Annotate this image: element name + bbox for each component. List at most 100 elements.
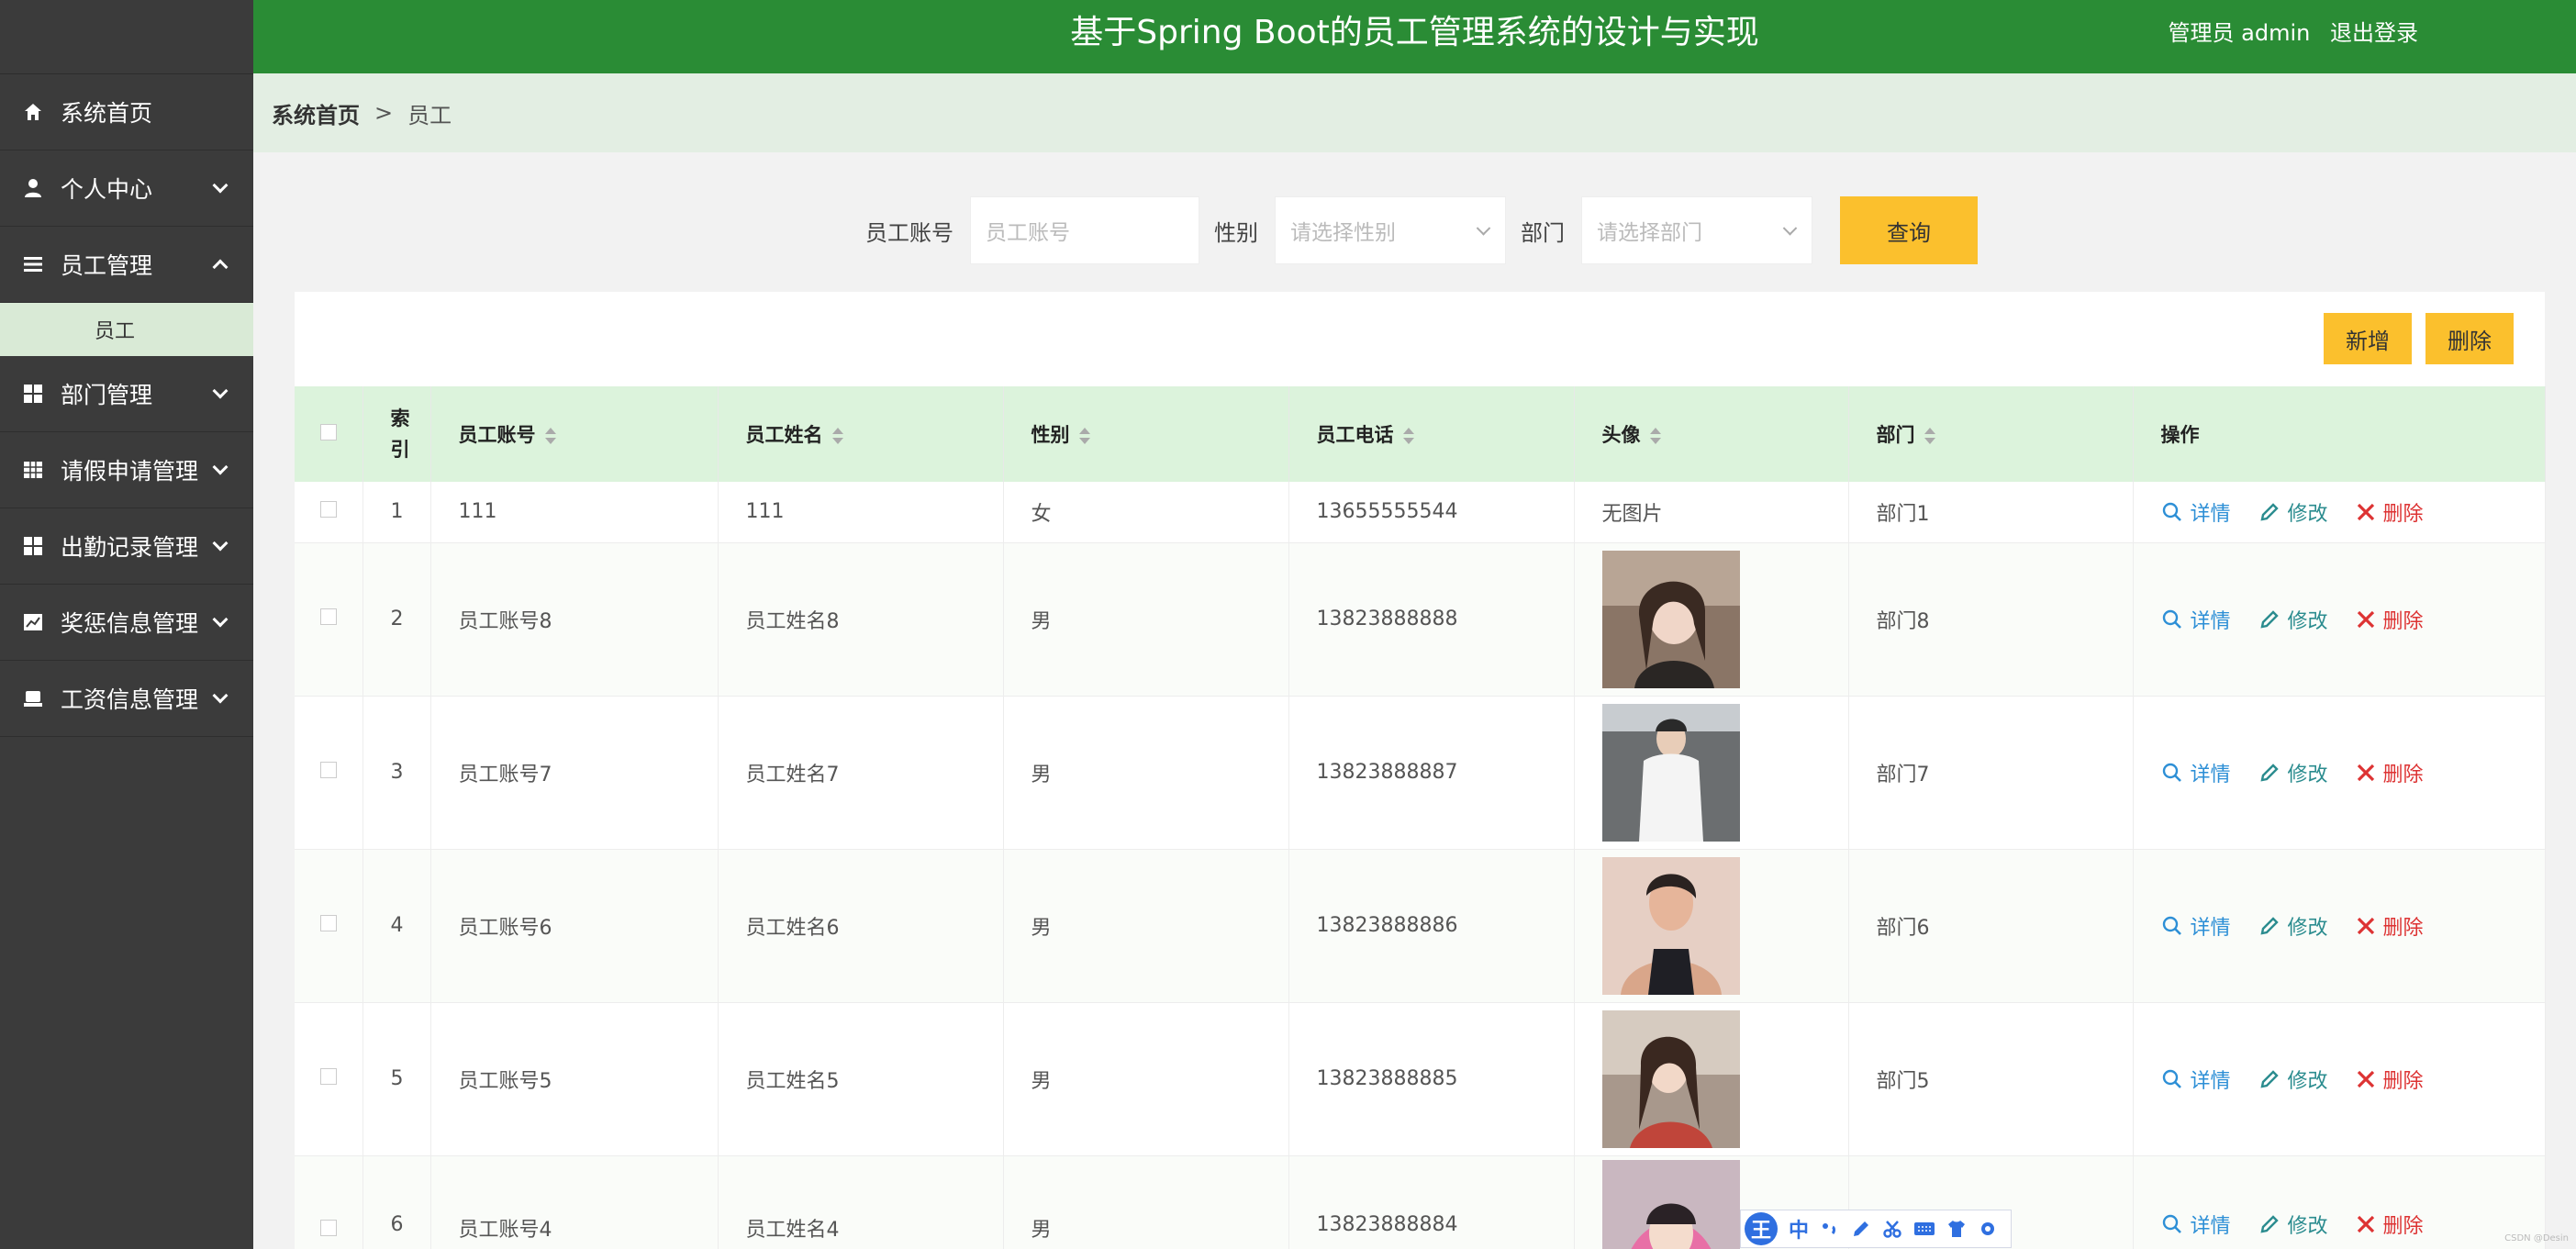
row-checkbox[interactable] bbox=[320, 608, 337, 625]
breadcrumb-home[interactable]: 系统首页 bbox=[272, 97, 360, 129]
delete-button[interactable]: 删除 bbox=[2356, 1065, 2424, 1094]
sidebar-item-department[interactable]: 部门管理 bbox=[0, 356, 253, 432]
sidebar-top bbox=[0, 0, 253, 74]
close-icon bbox=[2357, 610, 2374, 628]
gender-select[interactable]: 请选择性别 bbox=[1275, 196, 1506, 264]
sidebar-item-employee-mgmt[interactable]: 员工管理 bbox=[0, 227, 253, 303]
ime-logo[interactable]: 王 bbox=[1745, 1212, 1778, 1245]
chevron-down-icon bbox=[1476, 221, 1491, 236]
cell-name: 员工姓名8 bbox=[718, 542, 1004, 697]
row-checkbox[interactable] bbox=[320, 1219, 337, 1236]
delete-button[interactable]: 删除 bbox=[2356, 497, 2424, 527]
cell-gender: 男 bbox=[1003, 1002, 1289, 1156]
cell-phone: 13823888888 bbox=[1288, 542, 1575, 697]
sidebar-item-home[interactable]: 系统首页 bbox=[0, 74, 253, 151]
header-phone[interactable]: 员工电话 bbox=[1288, 386, 1575, 482]
batch-delete-button[interactable]: 删除 bbox=[2425, 313, 2514, 364]
edit-button[interactable]: 修改 bbox=[2258, 1065, 2328, 1094]
dept-select[interactable]: 请选择部门 bbox=[1581, 196, 1812, 264]
header-account[interactable]: 员工账号 bbox=[430, 386, 719, 482]
search-icon bbox=[2162, 502, 2181, 521]
table-row: 6 员工账号4 员工姓名4 男 13823888884 详情 修改 删除 bbox=[295, 1155, 2546, 1249]
home-icon bbox=[22, 101, 44, 123]
edit-button[interactable]: 修改 bbox=[2258, 911, 2328, 941]
edit-button[interactable]: 修改 bbox=[2258, 605, 2328, 634]
header-name[interactable]: 员工姓名 bbox=[718, 386, 1004, 482]
edit-button[interactable]: 修改 bbox=[2258, 497, 2328, 527]
app-header: 基于Spring Boot的员工管理系统的设计与实现 管理员 admin 退出登… bbox=[253, 0, 2576, 73]
row-checkbox[interactable] bbox=[320, 762, 337, 778]
delete-button[interactable]: 删除 bbox=[2356, 911, 2424, 941]
sort-icon[interactable] bbox=[1649, 428, 1661, 444]
header-gender[interactable]: 性别 bbox=[1003, 386, 1289, 482]
keyboard-icon[interactable] bbox=[1913, 1219, 1935, 1239]
sidebar-item-attendance[interactable]: 出勤记录管理 bbox=[0, 508, 253, 585]
avatar-image bbox=[1601, 856, 1740, 995]
header-dept[interactable]: 部门 bbox=[1848, 386, 2134, 482]
sidebar-item-leave[interactable]: 请假申请管理 bbox=[0, 432, 253, 508]
table-row: 4 员工账号6 员工姓名6 男 13823888886 部门6 详情 修改 删除 bbox=[295, 849, 2546, 1003]
pen-icon[interactable] bbox=[1851, 1219, 1871, 1239]
select-all-checkbox[interactable] bbox=[320, 424, 337, 440]
sidebar-item-label: 系统首页 bbox=[61, 100, 153, 127]
chevron-up-icon bbox=[212, 259, 229, 275]
sidebar-subitem-employee[interactable]: 员工 bbox=[0, 303, 253, 356]
detail-button[interactable]: 详情 bbox=[2161, 605, 2231, 634]
row-checkbox[interactable] bbox=[320, 915, 337, 931]
row-checkbox[interactable] bbox=[320, 1068, 337, 1085]
row-checkbox[interactable] bbox=[320, 501, 337, 519]
grid-icon bbox=[22, 383, 44, 405]
ime-chinese-toggle[interactable]: 中 bbox=[1789, 1214, 1809, 1243]
edit-button[interactable]: 修改 bbox=[2258, 758, 2328, 787]
header-avatar[interactable]: 头像 bbox=[1574, 386, 1849, 482]
avatar-image bbox=[1601, 550, 1740, 688]
sidebar-item-label: 个人中心 bbox=[61, 176, 153, 203]
sort-icon[interactable] bbox=[1078, 428, 1090, 444]
cell-name: 111 bbox=[718, 482, 1004, 543]
skin-icon[interactable] bbox=[1946, 1219, 1967, 1239]
logout-link[interactable]: 退出登录 bbox=[2330, 20, 2418, 46]
table-row: 2 员工账号8 员工姓名8 男 13823888888 部门8 详情 修改 删除 bbox=[295, 542, 2546, 697]
sort-icon[interactable] bbox=[544, 428, 556, 444]
ime-toolbar[interactable]: 王 中 bbox=[1740, 1210, 2012, 1248]
sidebar-item-rewards[interactable]: 奖惩信息管理 bbox=[0, 585, 253, 661]
account-input[interactable]: 员工账号 bbox=[970, 196, 1199, 264]
search-icon bbox=[2162, 609, 2181, 629]
cell-index: 5 bbox=[362, 1002, 431, 1156]
cell-account: 员工账号7 bbox=[430, 696, 719, 850]
search-bar: 员工账号 员工账号 性别 请选择性别 部门 请选择部门 查询 bbox=[865, 195, 1978, 265]
cell-gender: 男 bbox=[1003, 696, 1289, 850]
breadcrumb: 系统首页 > 员工 bbox=[253, 73, 2576, 152]
delete-button[interactable]: 删除 bbox=[2356, 605, 2424, 634]
query-button[interactable]: 查询 bbox=[1840, 196, 1978, 264]
pencil-icon bbox=[2259, 609, 2279, 629]
delete-button[interactable]: 删除 bbox=[2356, 758, 2424, 787]
search-icon bbox=[2162, 916, 2181, 935]
punctuation-icon[interactable] bbox=[1820, 1219, 1840, 1239]
close-icon bbox=[2357, 1070, 2374, 1087]
detail-button[interactable]: 详情 bbox=[2161, 497, 2231, 527]
search-icon bbox=[2162, 763, 2181, 782]
avatar-image bbox=[1601, 703, 1740, 842]
table-row: 5 员工账号5 员工姓名5 男 13823888885 部门5 详情 修改 删除 bbox=[295, 1002, 2546, 1156]
scissors-icon[interactable] bbox=[1882, 1219, 1902, 1239]
add-button[interactable]: 新增 bbox=[2324, 313, 2412, 364]
sort-icon[interactable] bbox=[831, 428, 843, 444]
search-icon bbox=[2162, 1069, 2181, 1088]
gear-icon[interactable] bbox=[1978, 1219, 1998, 1239]
detail-button[interactable]: 详情 bbox=[2161, 911, 2231, 941]
breadcrumb-separator: > bbox=[374, 100, 394, 126]
sort-icon[interactable] bbox=[1924, 428, 1935, 444]
detail-button[interactable]: 详情 bbox=[2161, 1210, 2231, 1239]
detail-button[interactable]: 详情 bbox=[2161, 758, 2231, 787]
sidebar-subitem-label: 员工 bbox=[94, 320, 135, 343]
close-icon bbox=[2357, 917, 2374, 934]
detail-button[interactable]: 详情 bbox=[2161, 1065, 2231, 1094]
sidebar-item-salary[interactable]: 工资信息管理 bbox=[0, 661, 253, 737]
edit-button[interactable]: 修改 bbox=[2258, 1210, 2328, 1239]
sidebar-item-profile[interactable]: 个人中心 bbox=[0, 151, 253, 227]
pencil-icon bbox=[2259, 763, 2279, 782]
sort-icon[interactable] bbox=[1402, 428, 1414, 444]
delete-button[interactable]: 删除 bbox=[2356, 1210, 2424, 1239]
cell-gender: 男 bbox=[1003, 542, 1289, 697]
